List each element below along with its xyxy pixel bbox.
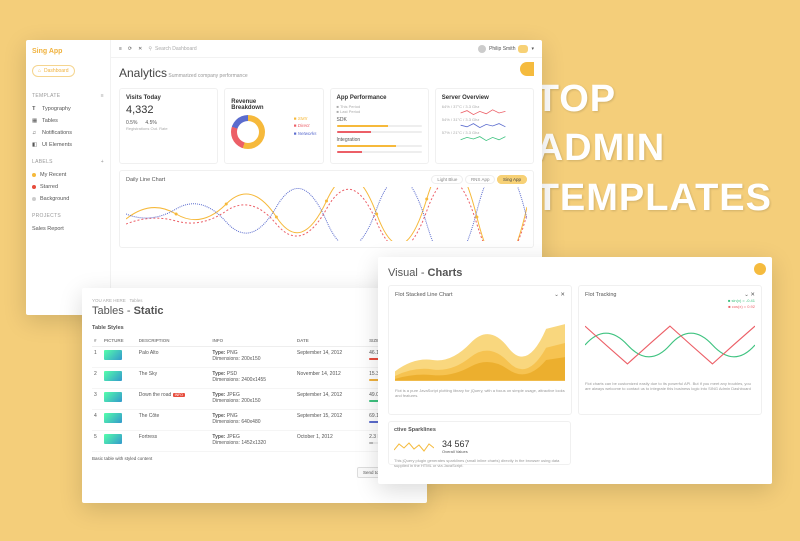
brand: Sing App xyxy=(32,48,104,55)
stacked-chart: Flot Stacked Line Chart⌄ ✕ Flot is a pur… xyxy=(388,285,572,415)
donut-legend: ■ SMX ■ Direct ■ Networks xyxy=(294,115,317,137)
static-table: #PICTUREDESCRIPTIONINFODATESIZE 1Palo Al… xyxy=(92,335,417,452)
sidebar-item-typography[interactable]: 𝐓Typography xyxy=(32,103,104,115)
table-row[interactable]: 4The CôteType: PNGDimensions: 640x480Sep… xyxy=(92,410,417,431)
dot-icon xyxy=(32,197,36,201)
gear-icon[interactable] xyxy=(520,62,534,76)
sidebar-item-notifications[interactable]: ♫Notifications xyxy=(32,127,104,139)
thumbnail xyxy=(104,371,122,381)
charts-card: Visual - Charts Flot Stacked Line Chart⌄… xyxy=(378,257,772,484)
page-title: Analytics xyxy=(119,66,167,80)
thumbnail xyxy=(104,434,122,444)
user-menu[interactable]: Philip Smith▾ xyxy=(478,45,534,53)
sparkline xyxy=(442,109,527,117)
table-icon: ▦ xyxy=(32,118,38,124)
label-background[interactable]: Background xyxy=(32,193,104,205)
search-icon: ⚲ xyxy=(148,46,152,52)
close-icon[interactable]: ✕ xyxy=(138,46,142,52)
collapse-icon[interactable]: ⌄ ✕ xyxy=(554,292,565,298)
pill-lightblue[interactable]: Light Blue xyxy=(431,175,463,184)
grid-icon: ◧ xyxy=(32,142,38,148)
pill-rns[interactable]: RNS App xyxy=(465,175,496,184)
thumbnail xyxy=(104,413,122,423)
sidebar-head-labels: LABELS+ xyxy=(32,159,104,165)
sidebar: Sing App ⌂ Dashboard TEMPLATE≡ 𝐓Typograp… xyxy=(26,40,111,315)
pill-sing[interactable]: Sing App xyxy=(497,175,527,184)
chevron-down-icon: ▾ xyxy=(531,46,534,52)
sidebar-item-tables[interactable]: ▦Tables xyxy=(32,115,104,127)
label-recent[interactable]: My Recent xyxy=(32,169,104,181)
sidebar-item-dashboard[interactable]: ⌂ Dashboard xyxy=(32,65,75,77)
table-row[interactable]: 3Down the road INFOType: JPEGDimensions:… xyxy=(92,389,417,410)
breadcrumb: YOU ARE HERE Tables xyxy=(92,298,417,303)
gear-icon[interactable] xyxy=(754,263,766,275)
dot-icon xyxy=(32,173,36,177)
dot-icon xyxy=(32,185,36,189)
badge-icon xyxy=(518,45,528,53)
sidebar-head-template: TEMPLATE≡ xyxy=(32,93,104,99)
tables-card: YOU ARE HERE Tables Tables - Static Tabl… xyxy=(82,288,427,503)
sparklines-panel: ctive Sparklines 34 567 Overall Values T… xyxy=(388,421,571,465)
tracking-legend: ■ sin(x) = -0.41 ■ cos(x) = 0.92 xyxy=(585,298,755,309)
stat-performance: App Performance ■ This Period ■ Last Per… xyxy=(330,88,429,164)
bell-icon: ♫ xyxy=(32,130,38,136)
stat-visits: Visits Today 4,332 0.5%4.5% Registration… xyxy=(119,88,218,164)
type-icon: 𝐓 xyxy=(32,106,38,112)
headline: TOP ADMIN TEMPLATES xyxy=(536,75,772,223)
menu-icon[interactable]: ≡ xyxy=(119,46,122,52)
project-sales[interactable]: Sales Report xyxy=(32,223,104,235)
label-starred[interactable]: Starred xyxy=(32,181,104,193)
sidebar-item-ui[interactable]: ◧UI Elements xyxy=(32,139,104,151)
refresh-icon[interactable]: ⟳ xyxy=(128,46,132,52)
page-title: Visual - Charts xyxy=(388,267,762,279)
thumbnail xyxy=(104,350,122,360)
page-subtitle: Summarized company performance xyxy=(168,73,247,79)
daily-line-chart: Daily Line Chart Light Blue RNS App Sing… xyxy=(119,170,534,248)
subhead: Table Styles xyxy=(92,325,417,331)
home-icon: ⌂ xyxy=(38,68,41,74)
sidebar-head-projects: PROJECTS xyxy=(32,213,104,219)
topbar: ≡ ⟳ ✕ ⚲Search Dashboard Philip Smith▾ xyxy=(111,40,542,58)
table-row[interactable]: 2The SkyType: PSDDimensions: 2400x1455No… xyxy=(92,368,417,389)
tracking-chart: Flot Tracking⌄ ✕ ■ sin(x) = -0.41 ■ cos(… xyxy=(578,285,762,415)
table-row[interactable]: 1Palo AltoType: PNGDimensions: 200x150Se… xyxy=(92,347,417,368)
table-row[interactable]: 5FortressType: JPEGDimensions: 1452x1320… xyxy=(92,431,417,452)
donut-chart xyxy=(231,115,265,149)
search-input[interactable]: ⚲Search Dashboard xyxy=(148,46,472,52)
thumbnail xyxy=(104,392,122,402)
table-foot: Basic table with styled content xyxy=(92,456,417,461)
stat-server: Server Overview 64% / 37°C / 3.3 Ghz 54%… xyxy=(435,88,534,164)
stat-revenue: Revenue Breakdown ■ SMX ■ Direct ■ Netwo… xyxy=(224,88,323,164)
avatar xyxy=(478,45,486,53)
page-title: Tables - Static xyxy=(92,305,417,317)
